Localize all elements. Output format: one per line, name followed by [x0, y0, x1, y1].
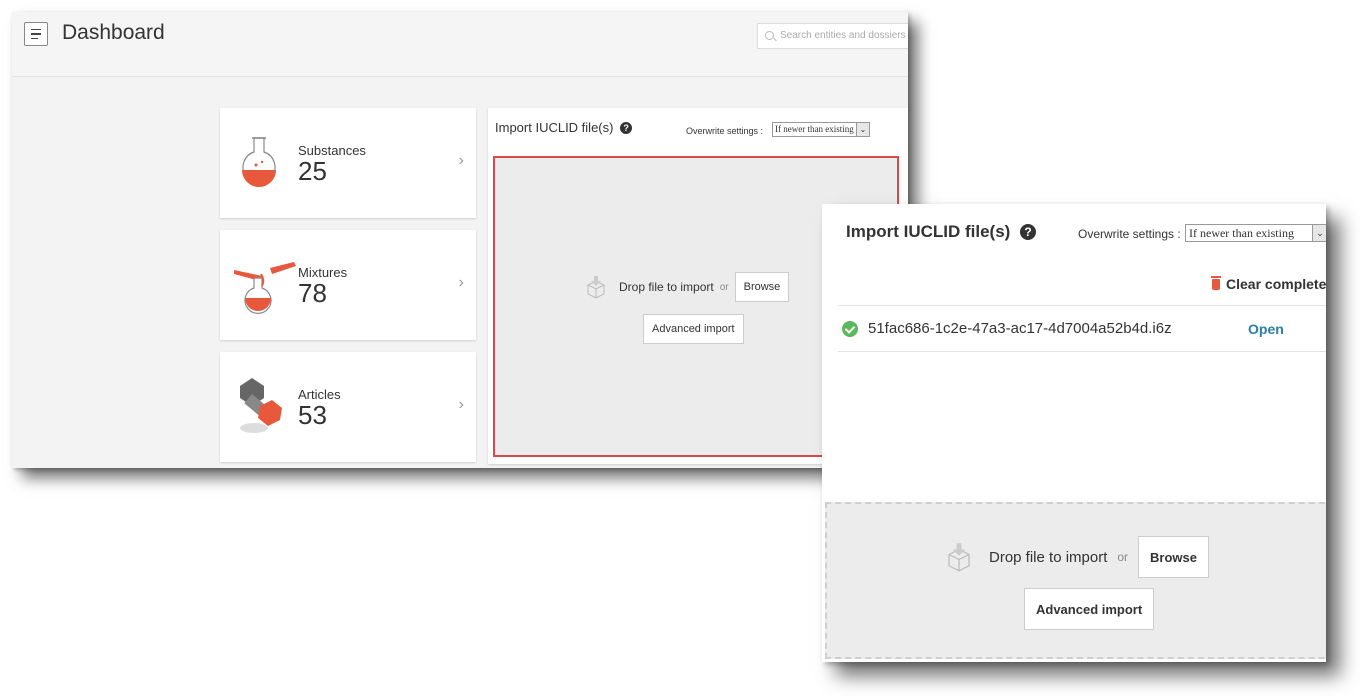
help-icon[interactable]: ? [620, 122, 633, 134]
browse-button[interactable]: Browse [734, 272, 790, 302]
import-title: Import IUCLID file(s) ? [495, 120, 633, 135]
divider [838, 351, 1326, 352]
import-title-text: Import IUCLID file(s) [846, 222, 1011, 241]
import-title: Import IUCLID file(s) ? [846, 222, 1037, 242]
search-input[interactable]: Search entities and dossiers [757, 23, 908, 49]
dashboard-window: Dashboard Search entities and dossiers S… [12, 12, 908, 468]
box-upload-icon [587, 276, 605, 299]
zoomed-import-panel: Import IUCLID file(s) ? Overwrite settin… [822, 204, 1326, 662]
mixing-flasks-icon [234, 262, 296, 314]
clear-label: Clear complete [1226, 276, 1326, 292]
menu-icon[interactable] [24, 22, 48, 46]
advanced-import-button[interactable]: Advanced import [643, 314, 744, 344]
help-icon[interactable]: ? [1020, 224, 1037, 240]
clear-completed-button[interactable]: Clear complete [1211, 276, 1326, 292]
overwrite-value: If newer than existing [1189, 226, 1294, 240]
search-icon [765, 31, 774, 40]
flask-icon [242, 137, 276, 187]
overwrite-select[interactable]: If newer than existing ⌄ [1185, 224, 1326, 242]
card-substances[interactable]: Substances 25 › [220, 108, 476, 218]
page-title: Dashboard [62, 21, 165, 44]
or-text: or [719, 281, 729, 293]
advanced-import-button[interactable]: Advanced import [1024, 588, 1155, 630]
open-link[interactable]: Open [1248, 321, 1284, 337]
box-upload-icon [948, 543, 970, 572]
search-placeholder: Search entities and dossiers [780, 30, 906, 41]
overwrite-label: Overwrite settings : [1078, 227, 1181, 241]
drop-text: Drop file to import [619, 280, 714, 294]
overwrite-value: If newer than existing [775, 124, 854, 134]
card-count: 25 [298, 156, 327, 186]
trash-icon [1211, 276, 1221, 290]
chevron-right-icon: › [458, 396, 464, 413]
drop-text: Drop file to import [989, 548, 1108, 566]
import-file-row: 51fac686-1c2e-47a3-ac17-4d7004a52b4d.i6z [842, 320, 1172, 337]
chevron-right-icon: › [458, 152, 464, 169]
check-circle-icon [842, 320, 858, 337]
divider [838, 305, 1326, 306]
bolt-nut-icon [240, 378, 282, 433]
browse-button[interactable]: Browse [1138, 536, 1210, 578]
page-header: Dashboard Search entities and dossiers [12, 12, 908, 77]
card-count: 78 [298, 278, 327, 308]
card-mixtures[interactable]: Mixtures 78 › [220, 230, 476, 340]
file-name: 51fac686-1c2e-47a3-ac17-4d7004a52b4d.i6z [868, 320, 1172, 337]
chevron-down-icon: ⌄ [1312, 225, 1326, 241]
overwrite-label: Overwrite settings : [686, 126, 764, 136]
chevron-right-icon: › [458, 274, 464, 291]
import-title-text: Import IUCLID file(s) [495, 120, 614, 135]
or-text: or [1117, 550, 1129, 564]
dropzone[interactable]: Drop file to import or Browse Advanced i… [825, 502, 1326, 659]
chevron-down-icon: ⌄ [856, 123, 869, 136]
card-articles[interactable]: Articles 53 › [220, 352, 476, 462]
dropzone-row: Drop file to import or Browse [945, 536, 1210, 578]
card-count: 53 [298, 400, 327, 430]
dropzone-row: Drop file to import or Browse [585, 272, 790, 302]
overwrite-select[interactable]: If newer than existing ⌄ [772, 122, 870, 137]
